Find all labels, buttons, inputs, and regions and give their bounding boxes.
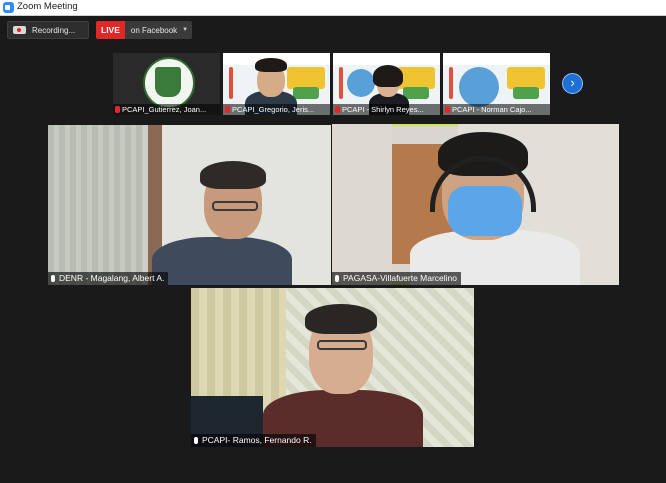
participant-name: PAGASA-Villafuerte Marcelino — [343, 273, 458, 283]
video-tile[interactable]: PCAPI- Ramos, Fernando R. — [191, 288, 474, 447]
mic-icon — [194, 437, 198, 444]
participant-name: PCAPI - Shirlyn Reyes... — [342, 105, 424, 114]
window-title: Zoom Meeting — [17, 1, 78, 12]
caret-down-icon: ▼ — [182, 27, 189, 33]
participant-name: PCAPI - Norman Cajo... — [452, 105, 532, 114]
mic-muted-icon — [115, 106, 120, 113]
meeting-area: Recording... LIVE on Facebook ▼ PCAPI_Gu… — [0, 16, 666, 483]
strip-tile[interactable]: PCAPI - Shirlyn Reyes... — [333, 53, 440, 115]
mic-icon — [335, 275, 339, 282]
stream-target-label: on Facebook — [130, 25, 178, 35]
mic-muted-icon — [335, 106, 340, 113]
recording-label: Recording... — [32, 25, 76, 35]
participant-name: DENR - Magalang, Albert A. — [59, 273, 165, 283]
chevron-right-icon[interactable]: › — [562, 73, 583, 94]
live-badge: LIVE — [96, 21, 125, 39]
zoom-logo-icon — [3, 2, 14, 13]
strip-tile[interactable]: PCAPI_Gutierrez, Joan... — [113, 53, 220, 115]
participant-name: PCAPI_Gregorio, Jeris... — [232, 105, 315, 114]
window-titlebar: Zoom Meeting — [0, 0, 666, 16]
recording-button[interactable]: Recording... — [7, 21, 89, 39]
video-tile[interactable]: DENR - Magalang, Albert A. — [48, 125, 331, 285]
cloud-record-icon — [13, 26, 26, 34]
participant-name: PCAPI_Gutierrez, Joan... — [122, 105, 207, 114]
strip-tile[interactable]: PCAPI_Gregorio, Jeris... — [223, 53, 330, 115]
mic-muted-icon — [225, 106, 230, 113]
mic-icon — [51, 275, 55, 282]
mic-muted-icon — [445, 106, 450, 113]
strip-tile[interactable]: PCAPI - Norman Cajo... — [443, 53, 550, 115]
live-stream-control[interactable]: LIVE on Facebook ▼ — [96, 21, 193, 39]
organization-logo — [143, 57, 195, 109]
participant-name: PCAPI- Ramos, Fernando R. — [202, 435, 312, 445]
active-speaker-tile[interactable]: PAGASA-Villafuerte Marcelino — [332, 124, 619, 285]
facebook-stream-button[interactable]: on Facebook ▼ — [124, 21, 193, 39]
